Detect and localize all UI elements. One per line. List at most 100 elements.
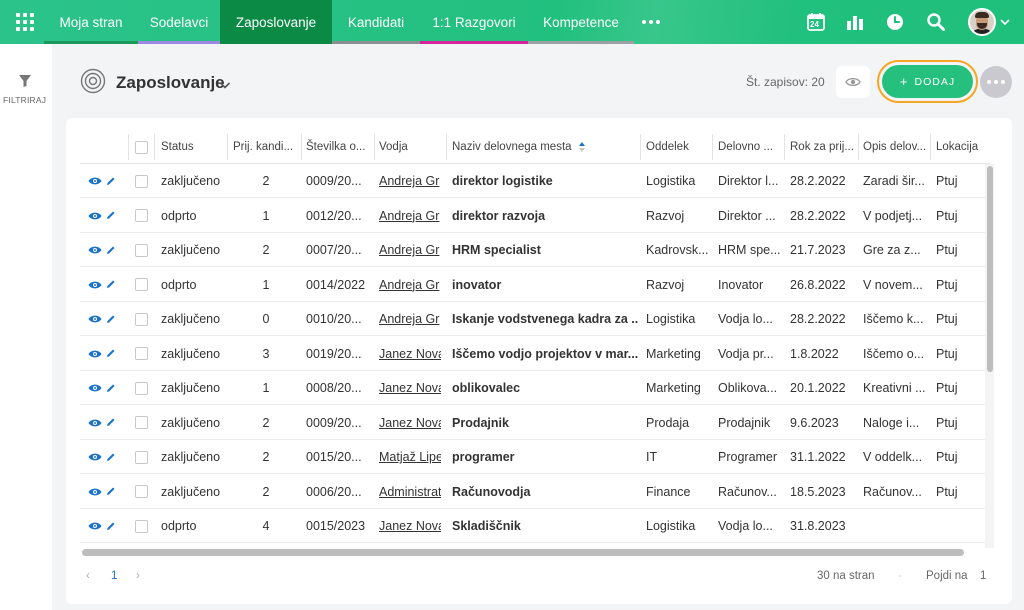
- cell-leader[interactable]: Andreja Gr: [379, 268, 441, 302]
- calendar-icon[interactable]: 24: [804, 10, 828, 34]
- view-toggle-button[interactable]: [836, 66, 870, 98]
- cell-leader[interactable]: Andreja Gr: [379, 199, 441, 233]
- row-checkbox[interactable]: [135, 268, 151, 302]
- view-eye-icon[interactable]: [88, 406, 104, 440]
- select-all-checkbox[interactable]: [135, 130, 151, 164]
- edit-pencil-icon[interactable]: [105, 440, 119, 474]
- table-row[interactable]: zaključeno 2 0015/20... Matjaž Lipe programe…: [80, 440, 990, 474]
- nav-item-kompetence[interactable]: Kompetence: [528, 0, 634, 44]
- table-row[interactable]: zaključeno 1 0008/20... Janez Nova oblikoval…: [80, 371, 990, 405]
- edit-pencil-icon[interactable]: [105, 268, 119, 302]
- row-checkbox[interactable]: [135, 406, 151, 440]
- edit-pencil-icon[interactable]: [105, 337, 119, 371]
- header-position-name[interactable]: Naziv delovnega mesta: [452, 130, 638, 164]
- view-eye-icon[interactable]: [88, 475, 104, 509]
- nav-item-moja-stran[interactable]: Moja stran: [44, 0, 138, 44]
- cell-leader[interactable]: Administrat: [379, 475, 441, 509]
- table-row[interactable]: zaključeno 2 0006/20... Administrat Računovo…: [80, 475, 990, 509]
- row-checkbox[interactable]: [135, 337, 151, 371]
- table-row[interactable]: zaključeno 2 0007/20... Andreja Gr HRM speci…: [80, 233, 990, 267]
- edit-pencil-icon[interactable]: [105, 302, 119, 336]
- cell-leader-text[interactable]: Matjaž Lipe: [379, 450, 441, 464]
- cell-leader[interactable]: Janez Nova: [379, 337, 441, 371]
- more-options-button[interactable]: [980, 66, 1012, 98]
- header-workplace[interactable]: Delovno ...: [718, 130, 782, 164]
- cell-leader-text[interactable]: Andreja Gr: [379, 209, 439, 223]
- table-row[interactable]: zaključeno 2 0009/20... Andreja Gr direktor …: [80, 164, 990, 198]
- row-checkbox[interactable]: [135, 199, 151, 233]
- chevron-down-icon[interactable]: [998, 10, 1012, 34]
- cell-leader[interactable]: Janez Nova: [379, 509, 441, 543]
- cell-leader[interactable]: Janez Nova: [379, 371, 441, 405]
- table-row[interactable]: odprto 1 0012/20... Andreja Gr direktor razv…: [80, 199, 990, 233]
- cell-leader-text[interactable]: Andreja Gr: [379, 312, 439, 326]
- cell-leader-text[interactable]: Andreja Gr: [379, 243, 439, 257]
- cell-leader[interactable]: Andreja Gr: [379, 164, 441, 198]
- row-checkbox[interactable]: [135, 302, 151, 336]
- cell-leader[interactable]: Andreja Gr: [379, 233, 441, 267]
- edit-pencil-icon[interactable]: [105, 233, 119, 267]
- search-icon[interactable]: [924, 10, 948, 34]
- goto-input[interactable]: 1: [980, 570, 986, 582]
- view-eye-icon[interactable]: [88, 164, 104, 198]
- horizontal-scrollbar[interactable]: [82, 549, 964, 556]
- row-checkbox[interactable]: [135, 371, 151, 405]
- view-eye-icon[interactable]: [88, 440, 104, 474]
- sort-icon[interactable]: [578, 141, 586, 153]
- row-checkbox[interactable]: [135, 164, 151, 198]
- edit-pencil-icon[interactable]: [105, 199, 119, 233]
- header-number[interactable]: Številka o...: [306, 130, 374, 164]
- page-number[interactable]: 1: [111, 570, 117, 582]
- header-department[interactable]: Oddelek: [646, 130, 712, 164]
- vertical-scroll-thumb[interactable]: [987, 166, 993, 372]
- view-eye-icon[interactable]: [88, 371, 104, 405]
- cell-leader[interactable]: Janez Nova: [379, 406, 441, 440]
- view-eye-icon[interactable]: [88, 233, 104, 267]
- cell-leader[interactable]: Andreja Gr: [379, 302, 441, 336]
- view-eye-icon[interactable]: [88, 337, 104, 371]
- add-button[interactable]: + DODAJ: [882, 65, 973, 98]
- header-leader[interactable]: Vodja: [379, 130, 441, 164]
- avatar[interactable]: [968, 8, 996, 36]
- cell-leader-text[interactable]: Janez Nova: [379, 347, 441, 361]
- next-page-icon[interactable]: ›: [136, 570, 140, 582]
- per-page-select[interactable]: 30 na stran: [817, 570, 875, 582]
- view-eye-icon[interactable]: [88, 199, 104, 233]
- apps-grid-icon[interactable]: [14, 11, 36, 33]
- clock-icon[interactable]: [883, 10, 907, 34]
- table-row[interactable]: zaključeno 2 0009/20... Janez Nova Prodajnik…: [80, 406, 990, 440]
- edit-pencil-icon[interactable]: [105, 371, 119, 405]
- view-eye-icon[interactable]: [88, 302, 104, 336]
- cell-leader-text[interactable]: Andreja Gr: [379, 278, 439, 292]
- row-checkbox[interactable]: [135, 509, 151, 543]
- cell-leader-text[interactable]: Janez Nova: [379, 519, 441, 533]
- table-row[interactable]: zaključeno 3 0019/20... Janez Nova Iščemo vo…: [80, 337, 990, 371]
- table-row[interactable]: odprto 1 0014/2022 Andreja Gr inovator Razvoj…: [80, 268, 990, 302]
- header-applicants[interactable]: Prij. kandi...: [233, 130, 299, 164]
- view-eye-icon[interactable]: [88, 509, 104, 543]
- cell-leader-text[interactable]: Administrat: [379, 485, 441, 499]
- table-row[interactable]: zaključeno 0 0010/20... Andreja Gr Iskanje v…: [80, 302, 990, 336]
- header-deadline[interactable]: Rok za prij...: [790, 130, 858, 164]
- more-dots-icon[interactable]: [642, 20, 660, 24]
- nav-item-sodelavci[interactable]: Sodelavci: [138, 0, 220, 44]
- cell-leader[interactable]: Matjaž Lipe: [379, 440, 441, 474]
- row-checkbox[interactable]: [135, 475, 151, 509]
- row-checkbox[interactable]: [135, 440, 151, 474]
- cell-leader-text[interactable]: Andreja Gr: [379, 174, 439, 188]
- nav-item-razgovori[interactable]: 1:1 Razgovori: [420, 0, 528, 44]
- nav-item-zaposlovanje[interactable]: Zaposlovanje: [220, 0, 332, 44]
- header-location[interactable]: Lokacija: [936, 130, 990, 164]
- bar-chart-icon[interactable]: [843, 10, 867, 34]
- nav-item-kandidati[interactable]: Kandidati: [332, 0, 420, 44]
- header-status[interactable]: Status: [161, 130, 225, 164]
- edit-pencil-icon[interactable]: [105, 164, 119, 198]
- edit-pencil-icon[interactable]: [105, 509, 119, 543]
- row-checkbox[interactable]: [135, 233, 151, 267]
- filter-icon[interactable]: [18, 74, 32, 93]
- prev-page-icon[interactable]: ‹: [86, 570, 90, 582]
- cell-leader-text[interactable]: Janez Nova: [379, 416, 441, 430]
- cell-leader-text[interactable]: Janez Nova: [379, 381, 441, 395]
- edit-pencil-icon[interactable]: [105, 406, 119, 440]
- filter-label[interactable]: FILTRIRAJ: [3, 95, 46, 105]
